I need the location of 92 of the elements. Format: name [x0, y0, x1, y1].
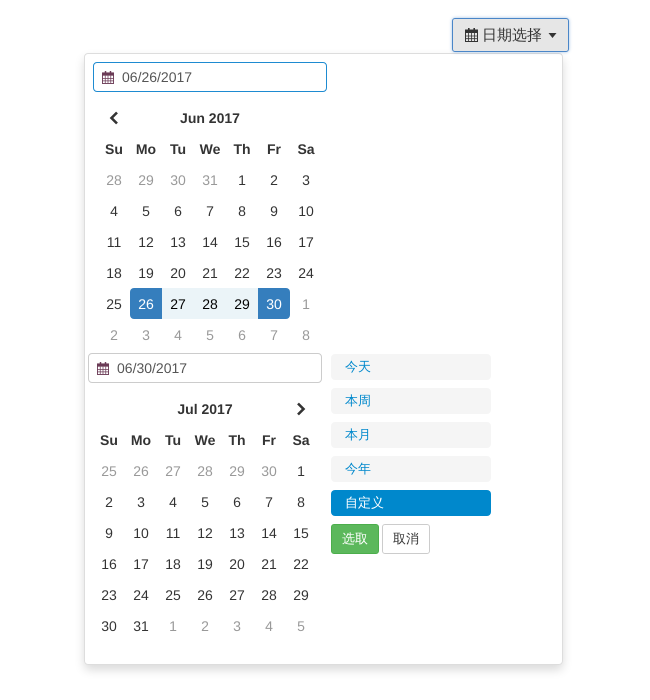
day-cell[interactable]: 10	[290, 195, 322, 226]
cancel-button[interactable]: 取消	[382, 524, 430, 554]
date-picker-button[interactable]: 日期选择	[452, 18, 569, 52]
day-cell[interactable]: 30	[258, 288, 290, 319]
day-cell[interactable]: 28	[253, 579, 285, 610]
calendar-icon	[102, 70, 114, 84]
day-cell[interactable]: 15	[285, 517, 317, 548]
day-cell[interactable]: 19	[130, 257, 162, 288]
day-cell[interactable]: 13	[162, 226, 194, 257]
day-cell[interactable]: 25	[98, 288, 130, 319]
day-cell[interactable]: 26	[130, 288, 162, 319]
day-cell[interactable]: 4	[98, 195, 130, 226]
weekday-label: Tu	[164, 430, 182, 450]
month-title: Jun 2017	[179, 110, 241, 126]
day-cell[interactable]: 25	[157, 579, 189, 610]
month-title: Jul 2017	[176, 400, 234, 416]
day-cell[interactable]: 2	[93, 486, 125, 517]
weekday-label: Th	[227, 430, 247, 450]
day-cell[interactable]: 16	[258, 226, 290, 257]
day-cell[interactable]: 31	[125, 610, 157, 641]
range-option[interactable]: 今天	[331, 354, 491, 380]
day-cell[interactable]: 1	[285, 455, 317, 486]
day-cell[interactable]: 4	[157, 486, 189, 517]
day-cell[interactable]: 30	[93, 610, 125, 641]
day-cell[interactable]: 15	[226, 226, 258, 257]
day-cell[interactable]: 21	[253, 548, 285, 579]
day-cell[interactable]: 12	[130, 226, 162, 257]
day-cell[interactable]: 22	[285, 548, 317, 579]
day-cell[interactable]: 14	[194, 226, 226, 257]
day-cell[interactable]: 14	[253, 517, 285, 548]
day-cell[interactable]: 17	[290, 226, 322, 257]
weekday-label: Su	[104, 140, 124, 158]
day-cell[interactable]: 11	[98, 226, 130, 257]
day-cell[interactable]: 26	[189, 579, 221, 610]
day-cell[interactable]: 7	[194, 195, 226, 226]
day-cell[interactable]: 22	[226, 257, 258, 288]
day-cell[interactable]: 13	[221, 517, 253, 548]
range-option[interactable]: 自定义	[331, 490, 491, 516]
day-cell[interactable]: 28	[194, 288, 226, 319]
day-cell[interactable]: 6	[162, 195, 194, 226]
weekday-label: We	[198, 140, 222, 158]
caret-icon	[548, 32, 557, 38]
range-option[interactable]: 今年	[331, 456, 491, 482]
day-cell[interactable]: 8	[285, 486, 317, 517]
day-cell[interactable]: 3	[125, 486, 157, 517]
weekday-label: Mo	[134, 140, 158, 158]
day-cell[interactable]: 1	[226, 164, 258, 195]
day-cell[interactable]: 6	[221, 486, 253, 517]
day-cell[interactable]: 16	[93, 548, 125, 579]
range-option[interactable]: 本月	[331, 422, 491, 448]
day-cell[interactable]: 23	[93, 579, 125, 610]
day-cell[interactable]: 20	[221, 548, 253, 579]
day-cell[interactable]: 24	[125, 579, 157, 610]
date-input-field[interactable]: 06/26/2017	[93, 62, 327, 92]
weekday-label: Sa	[296, 140, 316, 158]
next-month-icon[interactable]	[296, 402, 306, 416]
weekday-label: We	[194, 430, 216, 450]
day-cell[interactable]: 19	[189, 548, 221, 579]
day-cell[interactable]: 29	[226, 288, 258, 319]
day-cell[interactable]: 3	[290, 164, 322, 195]
day-cell[interactable]: 9	[258, 195, 290, 226]
day-cell[interactable]: 12	[189, 517, 221, 548]
day-cell[interactable]: 27	[162, 288, 194, 319]
day-cell[interactable]: 29	[285, 579, 317, 610]
day-cell[interactable]: 17	[125, 548, 157, 579]
day-cell[interactable]: 18	[98, 257, 130, 288]
day-cell[interactable]: 5	[130, 195, 162, 226]
range-option[interactable]: 本周	[331, 388, 491, 414]
day-cell[interactable]: 8	[226, 195, 258, 226]
weekday-label: Th	[232, 140, 252, 158]
day-cell[interactable]: 2	[258, 164, 290, 195]
weekday-label: Fr	[266, 140, 282, 158]
day-cell[interactable]: 7	[253, 486, 285, 517]
day-cell[interactable]: 20	[162, 257, 194, 288]
day-cell[interactable]: 21	[194, 257, 226, 288]
weekday-label: Sa	[291, 430, 311, 450]
day-cell[interactable]: 11	[157, 517, 189, 548]
calendar-icon	[97, 362, 109, 374]
day-cell[interactable]: 10	[125, 517, 157, 548]
day-cell[interactable]: 24	[290, 257, 322, 288]
day-cell[interactable]: 18	[157, 548, 189, 579]
calendar-icon	[465, 28, 478, 42]
day-cell[interactable]: 5	[189, 486, 221, 517]
weekday-label: Fr	[261, 430, 277, 450]
day-cell[interactable]: 9	[93, 517, 125, 548]
weekday-label: Tu	[168, 140, 188, 158]
day-cell[interactable]: 23	[258, 257, 290, 288]
day-cell[interactable]: 27	[221, 579, 253, 610]
weekday-label: Su	[99, 430, 119, 450]
weekday-label: Mo	[130, 430, 152, 450]
date-input-field[interactable]: 06/30/2017	[88, 353, 322, 383]
previous-month-icon[interactable]	[109, 110, 119, 124]
